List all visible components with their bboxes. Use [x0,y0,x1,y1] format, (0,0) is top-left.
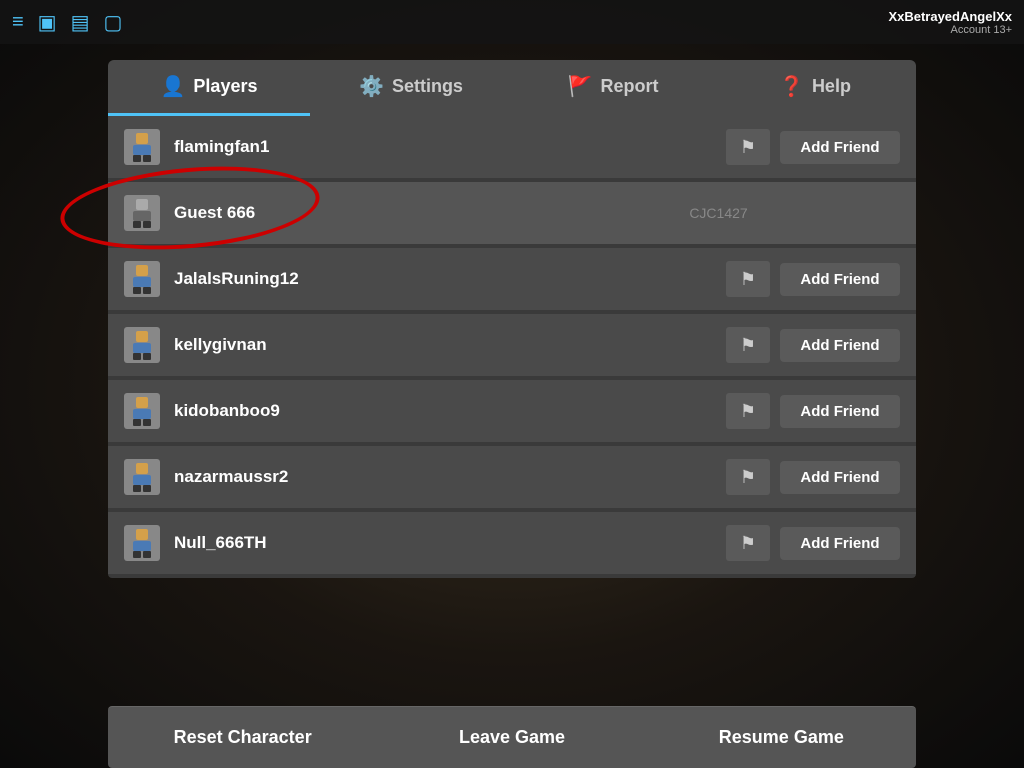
account-sub: Account 13+ [951,24,1012,36]
player-name: flamingfan1 [174,137,726,157]
player-avatar [124,525,160,561]
add-friend-button[interactable]: Add Friend [780,131,900,164]
settings-tab-icon: ⚙️ [359,74,384,99]
add-friend-button[interactable]: Add Friend [780,527,900,560]
chat-icon[interactable]: ▣ [38,10,57,35]
account-name: XxBetrayedAngelXx [888,9,1012,24]
add-friend-button[interactable]: Add Friend [780,329,900,362]
tab-bar: 👤 Players ⚙️ Settings 🚩 Report ❓ Help [108,60,916,116]
tab-players-label: Players [193,76,257,97]
report-flag-button[interactable]: ⚑ [726,459,770,495]
bottom-buttons: Reset Character Leave Game Resume Game [108,706,916,768]
report-flag-button[interactable]: ⚑ [726,393,770,429]
report-flag-button[interactable]: ⚑ [726,525,770,561]
player-name: kellygivnan [174,335,726,355]
player-name: kidobanboo9 [174,401,726,421]
reset-character-button[interactable]: Reset Character [108,706,377,768]
player-row[interactable]: flamingfan1 ⚑ Add Friend [108,116,916,178]
tab-players[interactable]: 👤 Players [108,60,310,116]
tab-report-label: Report [600,76,658,97]
top-bar: ≡ ▣ ▤ ▢ XxBetrayedAngelXx Account 13+ [0,0,1024,44]
resume-game-button[interactable]: Resume Game [647,706,916,768]
help-tab-icon: ❓ [779,74,804,99]
player-row[interactable]: Null_666TH ⚑ Add Friend [108,512,916,574]
report-flag-button[interactable]: ⚑ [726,129,770,165]
player-row[interactable]: nazarmaussr2 ⚑ Add Friend [108,446,916,508]
tab-settings-label: Settings [392,76,463,97]
player-row[interactable]: kellygivnan ⚑ Add Friend [108,314,916,376]
report-tab-icon: 🚩 [568,74,593,99]
player-row-selected[interactable]: Guest 666 CJC1427 [108,182,916,244]
leave-game-button[interactable]: Leave Game [377,706,646,768]
player-name: Guest 666 [174,203,537,223]
dialog-panel: 👤 Players ⚙️ Settings 🚩 Report ❓ Help [108,60,916,578]
players-tab-icon: 👤 [161,74,186,99]
players-list: flamingfan1 ⚑ Add Friend Guest 666 CJC14… [108,116,916,578]
player-name: JalalsRuning12 [174,269,726,289]
chat2-icon[interactable]: ▤ [71,10,90,35]
player-avatar [124,195,160,231]
add-friend-button[interactable]: Add Friend [780,395,900,428]
hamburger-icon[interactable]: ≡ [12,11,24,34]
player-row[interactable]: JalalsRuning12 ⚑ Add Friend [108,248,916,310]
top-bar-icons: ≡ ▣ ▤ ▢ [12,10,122,35]
backpack-icon[interactable]: ▢ [103,10,122,35]
add-friend-button[interactable]: Add Friend [780,263,900,296]
player-avatar [124,327,160,363]
account-info: XxBetrayedAngelXx Account 13+ [888,0,1012,44]
player-avatar [124,261,160,297]
player-row[interactable]: kidobanboo9 ⚑ Add Friend [108,380,916,442]
tab-settings[interactable]: ⚙️ Settings [310,60,512,116]
player-avatar [124,129,160,165]
player-avatar [124,459,160,495]
player-avatar [124,393,160,429]
add-friend-button[interactable]: Add Friend [780,461,900,494]
watermark: CJC1427 [537,205,900,221]
report-flag-button[interactable]: ⚑ [726,261,770,297]
player-name: nazarmaussr2 [174,467,726,487]
tab-help[interactable]: ❓ Help [714,60,916,116]
tab-report[interactable]: 🚩 Report [512,60,714,116]
player-name: Null_666TH [174,533,726,553]
report-flag-button[interactable]: ⚑ [726,327,770,363]
tab-help-label: Help [812,76,851,97]
